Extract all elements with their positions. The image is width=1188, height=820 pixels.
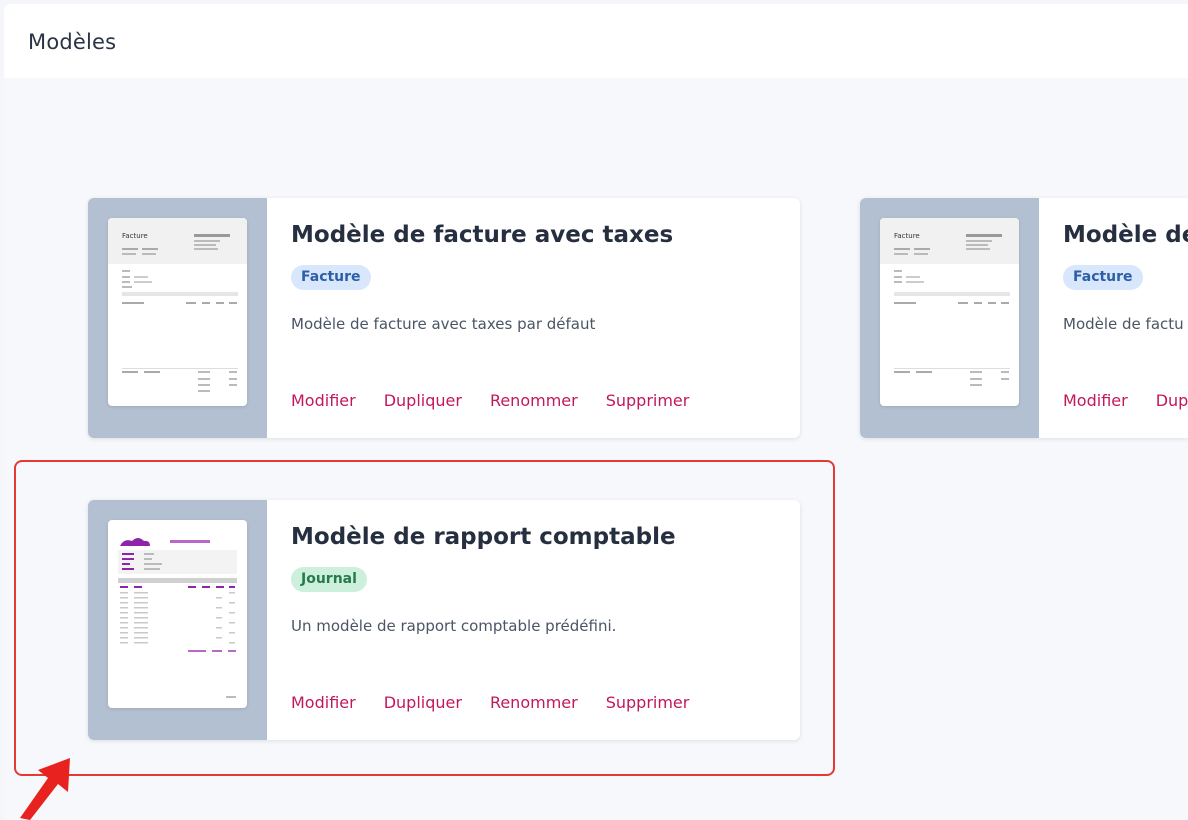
invoice-preview-thumbnail[interactable]: Facture [108, 218, 247, 406]
delete-link[interactable]: Supprimer [606, 693, 690, 712]
template-actions: Modifier Dup [1063, 391, 1188, 410]
template-actions: Modifier Dupliquer Renommer Supprimer [291, 391, 717, 410]
template-type-badge: Journal [291, 567, 367, 592]
rename-link[interactable]: Renommer [490, 391, 578, 410]
template-type-badge: Facture [291, 265, 371, 290]
edit-link[interactable]: Modifier [291, 693, 356, 712]
page-title: Modèles [28, 30, 117, 54]
template-thumbnail-panel: Facture [860, 198, 1039, 438]
invoice-preview-thumbnail[interactable]: Facture [880, 218, 1019, 406]
rename-link[interactable]: Renommer [490, 693, 578, 712]
template-description: Modèle de facture avec taxes par défaut [291, 315, 596, 333]
template-card-accounting-report[interactable]: Modèle de rapport comptable Journal Un m… [88, 500, 800, 740]
page-header: Modèles [4, 4, 1188, 79]
report-preview-thumbnail[interactable] [108, 520, 247, 708]
template-thumbnail-panel: Facture [88, 198, 267, 438]
template-type-badge: Facture [1063, 265, 1143, 290]
duplicate-link[interactable]: Dupliquer [384, 693, 462, 712]
template-thumbnail-panel [88, 500, 267, 740]
duplicate-link[interactable]: Dupliquer [384, 391, 462, 410]
template-actions: Modifier Dupliquer Renommer Supprimer [291, 693, 717, 712]
edit-link[interactable]: Modifier [291, 391, 356, 410]
template-title: Modèle de [1063, 222, 1188, 248]
template-description: Modèle de factu [1063, 315, 1184, 333]
edit-link[interactable]: Modifier [1063, 391, 1128, 410]
duplicate-link[interactable]: Dup [1156, 391, 1188, 410]
template-title: Modèle de facture avec taxes [291, 222, 674, 248]
preview-heading: Facture [122, 232, 148, 240]
preview-heading: Facture [894, 232, 920, 240]
template-card-invoice-partial[interactable]: Facture Modèle de Facture Modèle de fact… [860, 198, 1188, 438]
delete-link[interactable]: Supprimer [606, 391, 690, 410]
template-description: Un modèle de rapport comptable prédéfini… [291, 617, 617, 635]
template-title: Modèle de rapport comptable [291, 524, 676, 550]
template-card-invoice-taxes[interactable]: Facture Modèle de facture avec taxes Fac… [88, 198, 800, 438]
pointer-arrow-icon [20, 758, 70, 820]
